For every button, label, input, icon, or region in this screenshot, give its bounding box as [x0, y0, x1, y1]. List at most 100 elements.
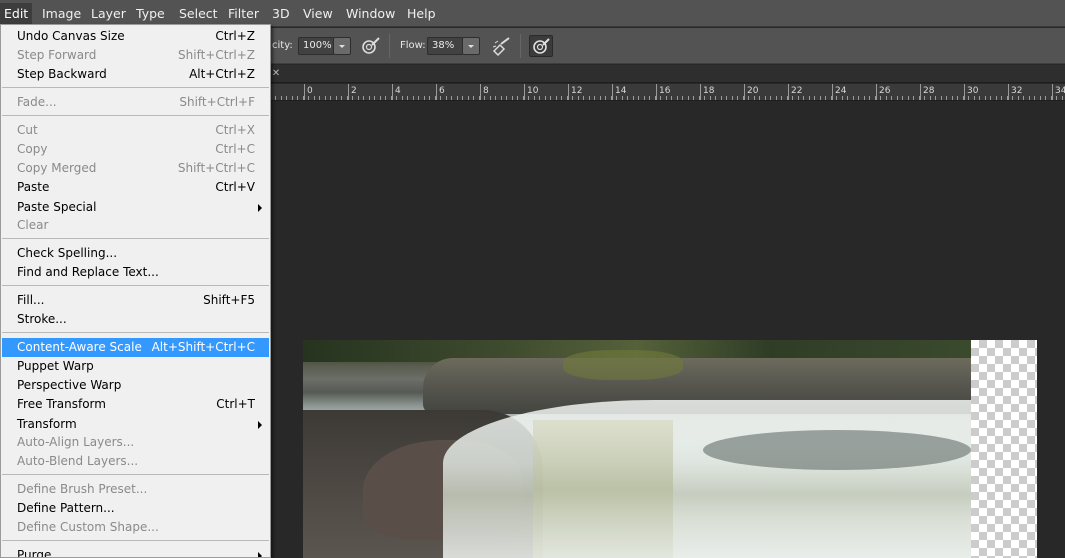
menu-view[interactable]: View [301, 4, 335, 23]
ruler-tick [677, 96, 678, 100]
menu-item-shortcut: Ctrl+X [215, 123, 255, 137]
menu-item-clear[interactable]: Clear [2, 216, 269, 235]
ruler-tick [545, 96, 546, 100]
menu-item-label: Cut [17, 123, 38, 137]
ruler-major-tick [1008, 84, 1009, 100]
ruler-tick [446, 96, 447, 100]
ruler-tick [605, 96, 606, 100]
ruler-tick [418, 96, 419, 100]
pressure-opacity-icon[interactable] [359, 35, 383, 57]
menu-item-undo-canvas-size[interactable]: Undo Canvas Size Ctrl+Z [2, 27, 269, 46]
menu-item-perspective-warp[interactable]: Perspective Warp [2, 376, 269, 395]
menu-item-step-backward[interactable]: Step Backward Alt+Ctrl+Z [2, 65, 269, 84]
menu-item-step-forward[interactable]: Step Forward Shift+Ctrl+Z [2, 46, 269, 65]
ruler-tick [941, 96, 942, 100]
menu-item-auto-align-layers[interactable]: Auto-Align Layers... [2, 433, 269, 452]
ruler-tick [902, 96, 903, 100]
menu-item-cut[interactable]: Cut Ctrl+X [2, 121, 269, 140]
ruler-label: 4 [395, 86, 401, 96]
menu-filter[interactable]: Filter [226, 4, 261, 23]
ruler-major-tick [436, 84, 437, 100]
menu-image[interactable]: Image [40, 4, 83, 23]
menu-item-fill[interactable]: Fill... Shift+F5 [2, 291, 269, 310]
flow-dropdown-button[interactable] [462, 37, 480, 55]
ruler-major-tick [568, 84, 569, 100]
photoshop-window: Image Layer Type Select Filter 3D View W… [0, 0, 1065, 558]
ruler-tick [572, 96, 573, 100]
ruler-major-tick [392, 84, 393, 100]
menu-item-label: Paste Special [17, 200, 97, 214]
ruler-tick [528, 96, 529, 100]
close-tab-icon[interactable]: ✕ [270, 67, 282, 81]
flow-input[interactable]: 38% [427, 37, 463, 55]
airbrush-icon[interactable] [490, 35, 514, 57]
menu-item-puppet-warp[interactable]: Puppet Warp [2, 357, 269, 376]
ruler-tick [292, 96, 293, 100]
menu-layer[interactable]: Layer [89, 4, 128, 23]
ruler-label: 32 [1011, 86, 1023, 96]
menu-item-label: Stroke... [17, 312, 67, 326]
menu-item-label: Fade... [17, 95, 57, 109]
menu-type[interactable]: Type [134, 4, 167, 23]
opacity-dropdown-button[interactable] [333, 37, 351, 55]
menu-item-shortcut: Ctrl+C [215, 142, 255, 156]
menu-item-content-aware-scale[interactable]: Content-Aware Scale Alt+Shift+Ctrl+C [2, 338, 269, 357]
menu-item-auto-blend-layers[interactable]: Auto-Blend Layers... [2, 452, 269, 471]
opacity-input[interactable]: 100% [298, 37, 334, 55]
menu-item-copy[interactable]: Copy Ctrl+C [2, 140, 269, 159]
ruler-major-tick [876, 84, 877, 100]
ruler-tick [985, 96, 986, 100]
ruler-tick [1001, 96, 1002, 100]
ruler-tick [336, 96, 337, 100]
ruler-tick [622, 96, 623, 100]
ruler-label: 6 [439, 86, 445, 96]
ruler-tick [798, 96, 799, 100]
menu-item-define-pattern[interactable]: Define Pattern... [2, 499, 269, 518]
menu-window[interactable]: Window [344, 4, 397, 23]
ruler-label: 24 [835, 86, 847, 96]
menu-item-label: Define Brush Preset... [17, 482, 148, 496]
menu-item-label: Undo Canvas Size [17, 29, 125, 43]
menu-separator [2, 540, 269, 541]
ruler-tick [556, 96, 557, 100]
ruler-tick [721, 96, 722, 100]
menu-item-free-transform[interactable]: Free Transform Ctrl+T [2, 395, 269, 414]
menu-item-check-spelling[interactable]: Check Spelling... [2, 244, 269, 263]
menu-edit[interactable]: Edit [0, 3, 33, 24]
ruler-tick [1040, 96, 1041, 100]
ruler-tick [930, 96, 931, 100]
ruler-major-tick [700, 84, 701, 100]
ruler-tick [776, 96, 777, 100]
menu-item-define-custom-shape[interactable]: Define Custom Shape... [2, 518, 269, 537]
menu-item-find-replace-text[interactable]: Find and Replace Text... [2, 263, 269, 282]
ruler-tick [759, 96, 760, 100]
menu-item-stroke[interactable]: Stroke... [2, 310, 269, 329]
ruler-major-tick [920, 84, 921, 100]
ruler-tick [748, 96, 749, 100]
menu-item-define-brush-preset[interactable]: Define Brush Preset... [2, 480, 269, 499]
ruler-major-tick [304, 84, 305, 100]
menu-item-paste[interactable]: Paste Ctrl+V [2, 178, 269, 197]
ruler-tick [864, 96, 865, 100]
ruler-tick [880, 96, 881, 100]
ruler-tick [1062, 96, 1063, 100]
ruler-tick [710, 96, 711, 100]
menu-item-purge[interactable]: Purge [2, 546, 269, 557]
ruler-tick [886, 96, 887, 100]
menu-item-shortcut: Alt+Ctrl+Z [189, 67, 255, 81]
ruler-tick [990, 96, 991, 100]
menu-item-copy-merged[interactable]: Copy Merged Shift+Ctrl+C [2, 159, 269, 178]
menu-item-fade[interactable]: Fade... Shift+Ctrl+F [2, 93, 269, 112]
menu-select[interactable]: Select [177, 4, 220, 23]
ruler-tick [396, 96, 397, 100]
menu-item-paste-special[interactable]: Paste Special [2, 198, 269, 217]
ruler-tick [946, 96, 947, 100]
menu-item-label: Find and Replace Text... [17, 265, 159, 279]
menu-3d[interactable]: 3D [270, 4, 292, 23]
menu-item-transform[interactable]: Transform [2, 415, 269, 434]
ruler-tick [715, 96, 716, 100]
menu-help[interactable]: Help [405, 4, 438, 23]
ruler-tick [578, 96, 579, 100]
pressure-size-icon[interactable] [529, 35, 553, 57]
ruler-tick [1034, 96, 1035, 100]
